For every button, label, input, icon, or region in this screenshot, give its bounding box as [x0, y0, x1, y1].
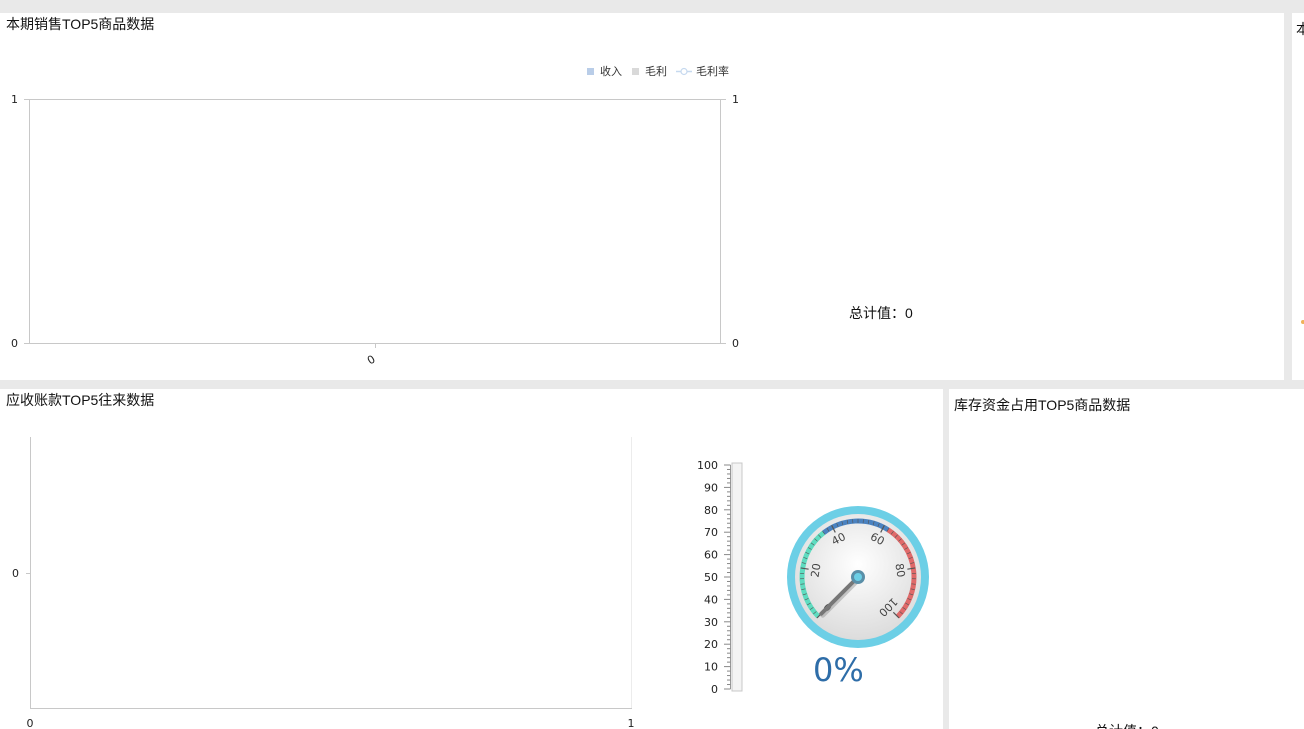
scale-tick-label: 60: [704, 549, 718, 562]
legend-swatch-gross-profit: [632, 68, 639, 75]
inventory-total-label: 总计值：0: [1095, 721, 1159, 729]
legend-dot-margin: [680, 67, 688, 76]
legend-label-gross-profit[interactable]: 毛利: [645, 65, 667, 78]
scale-tick-label: 50: [704, 571, 718, 584]
scale-tube: [731, 462, 743, 692]
scale-tick-label: 70: [704, 526, 718, 539]
panel-title-partial: 本: [1296, 21, 1304, 37]
sales-panel: 本期销售TOP5商品数据 收入 毛利 毛利率 1 0 1 0 0 总计值：0: [0, 13, 1284, 380]
scale-tick-label: 90: [704, 481, 718, 494]
y-tick-label-top: 1: [11, 93, 18, 106]
legend-label-margin[interactable]: 毛利率: [696, 64, 729, 78]
thermometer-scale: 1009080706050403020100: [697, 459, 743, 696]
sales-total-label: 总计值：0: [849, 305, 913, 321]
y-category-label: 0: [12, 567, 19, 580]
scale-tick-label: 0: [711, 683, 718, 696]
x-tick-label-1: 1: [628, 717, 635, 729]
right-partial-panel: 本: [1292, 13, 1304, 380]
legend-swatch-income: [587, 68, 594, 75]
gauge-dial: 020406080100: [787, 506, 929, 648]
receivables-panel: 应收账款TOP5往来数据 0 0 1 100 90 80 70 60 50 40 30 20 10…: [0, 389, 943, 729]
gauge-dial-label: 20: [809, 562, 824, 578]
scale-tick-label: 10: [704, 661, 718, 674]
scale-tick-label: 80: [704, 504, 718, 517]
gauge-dial-label: 80: [892, 562, 907, 578]
scale-tick-label: 20: [704, 638, 718, 651]
scale-tick-label: 30: [704, 616, 718, 629]
scale-tick-label: 40: [704, 593, 718, 606]
x-category-label: 0: [365, 353, 378, 368]
y2-tick-label-top: 1: [732, 93, 739, 106]
receivables-chart: 0 0 1: [12, 437, 635, 729]
sales-chart: 收入 毛利 毛利率 1 0 1 0 0: [11, 64, 739, 368]
gauge-value-text: 0%: [813, 651, 864, 689]
x-tick-label-0: 0: [27, 717, 34, 729]
gauge-hub-center: [854, 573, 862, 581]
panel-title: 库存资金占用TOP5商品数据: [954, 397, 1131, 413]
inventory-panel: 库存资金占用TOP5商品数据 总计值：0: [949, 389, 1304, 729]
scale-tick-label: 100: [697, 459, 718, 472]
y2-tick-label-bottom: 0: [732, 337, 739, 350]
legend-label-income[interactable]: 收入: [600, 64, 622, 78]
y-tick-label-bottom: 0: [11, 337, 18, 350]
chart-legend: 收入 毛利 毛利率: [587, 64, 729, 78]
